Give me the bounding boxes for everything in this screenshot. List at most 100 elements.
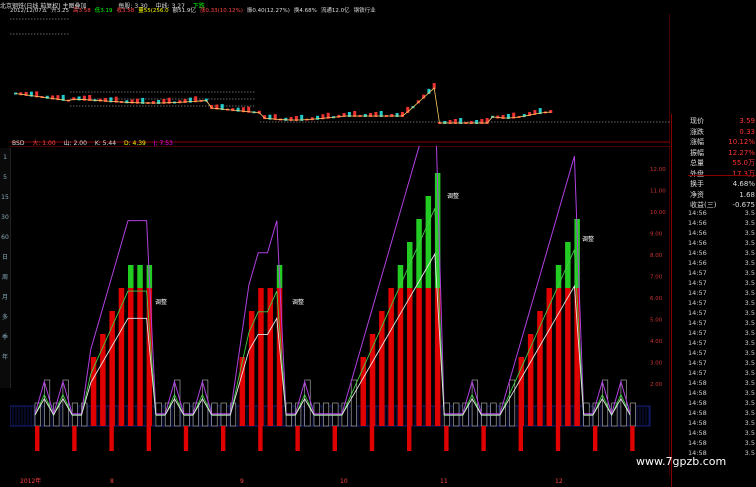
adjust-annotation: 调整	[582, 235, 594, 243]
indicator-bar-negative	[332, 426, 337, 451]
quote-value: 55.0万	[732, 159, 755, 167]
indicator-bar	[407, 288, 413, 426]
tick-time: 14:56	[688, 239, 707, 247]
tick-time: 14:58	[688, 409, 707, 417]
tick-row: 14:58 3.5	[688, 389, 756, 398]
period-button[interactable]: 周	[0, 272, 10, 284]
tick-price: 3.5	[744, 209, 755, 217]
indicator-chart[interactable]: 12.00 11.00 10.00 9.00 8.00 7.00 6.00 5.00 4.00 3…	[10, 146, 670, 476]
period-button[interactable]: 60	[0, 232, 10, 244]
tick-time: 14:57	[688, 369, 707, 377]
tick-time: 14:58	[688, 389, 707, 397]
date-label: 2012年	[20, 478, 42, 485]
date-label: 9	[240, 478, 244, 485]
tick-row: 14:57 3.5	[688, 349, 756, 358]
indicator-bar	[137, 288, 143, 426]
quote-row: 振幅 12.27%	[690, 148, 756, 158]
tick-row: 14:57 3.5	[688, 279, 756, 288]
indicator-bar-negative	[407, 426, 412, 451]
period-button[interactable]: 30	[0, 212, 10, 224]
tick-price: 3.5	[744, 389, 755, 397]
period-button[interactable]: 多	[0, 312, 10, 324]
candle	[151, 100, 155, 104]
candle	[310, 117, 314, 121]
tick-price: 3.5	[744, 419, 755, 427]
quote-label: 总量	[690, 159, 704, 167]
tick-price: 3.5	[744, 359, 755, 367]
indicator-bar	[425, 288, 432, 426]
indicator-bar	[629, 402, 637, 427]
tick-row: 14:58 3.5	[688, 409, 756, 418]
indicator-bar	[258, 288, 264, 426]
indicator-bar-negative	[35, 426, 40, 451]
quote-row: 净资 1.68	[690, 190, 756, 200]
indicator-bar-negative	[518, 426, 523, 451]
period-button[interactable]: 月	[0, 292, 10, 304]
tick-price: 3.5	[744, 279, 755, 287]
indicator-bar-negative	[146, 426, 151, 451]
candle	[178, 100, 182, 104]
period-button[interactable]: 年	[0, 352, 10, 364]
tick-time: 14:57	[688, 339, 707, 347]
axis-tick-label: 9.00	[650, 232, 663, 238]
tick-price: 3.5	[744, 399, 755, 407]
tick-row: 14:58 3.5	[688, 429, 756, 438]
quote-label: 现价	[690, 117, 704, 125]
indicator-bar-negative	[258, 426, 263, 451]
indicator-bar	[508, 379, 516, 427]
period-button[interactable]: 日	[0, 252, 10, 264]
tick-time: 14:57	[688, 359, 707, 367]
candle	[443, 121, 447, 124]
tick-price: 3.5	[744, 369, 755, 377]
tick-row: 14:57 3.5	[688, 309, 756, 318]
tick-row: 14:56 3.5	[688, 219, 756, 228]
candle	[549, 110, 553, 114]
tick-time: 14:58	[688, 439, 707, 447]
tick-time: 14:57	[688, 269, 707, 277]
tick-row: 14:57 3.5	[688, 269, 756, 278]
date-axis: 2012年 8 9 10 11 12	[10, 476, 670, 487]
tick-row: 14:58 3.5	[688, 439, 756, 448]
indicator-bar	[565, 288, 571, 426]
indicator-bar-negative	[481, 426, 486, 451]
indicator-bar	[350, 379, 358, 427]
quote-row: 现价 3.59	[690, 116, 756, 126]
quote-label: 振幅	[690, 148, 704, 157]
adjust-annotation: 调整	[292, 298, 304, 306]
tick-row: 14:56 3.5	[688, 209, 756, 218]
indicator-bar	[416, 288, 422, 426]
tick-time: 14:58	[688, 429, 707, 437]
tick-time: 14:57	[688, 319, 707, 327]
quote-value: 10.12%	[728, 138, 755, 146]
tick-row: 14:58 3.5	[688, 379, 756, 388]
period-button[interactable]: 1	[0, 152, 10, 164]
tick-price: 3.5	[744, 299, 755, 307]
period-button[interactable]: 15	[0, 192, 10, 204]
quote-label: 外盘	[690, 169, 704, 178]
tick-time: 14:57	[688, 299, 707, 307]
price-chart[interactable]	[10, 14, 670, 144]
tick-row: 14:57 3.5	[688, 299, 756, 308]
adjust-annotation: 调整	[447, 192, 459, 200]
indicator-bar	[118, 288, 125, 426]
tick-row: 14:57 3.5	[688, 339, 756, 348]
indicator-bar-negative	[630, 426, 635, 451]
axis-tick-label: 12.00	[650, 167, 666, 173]
tick-price: 3.5	[744, 439, 755, 447]
period-button[interactable]: 5	[0, 172, 10, 184]
indicator-bar	[379, 311, 385, 426]
candle	[284, 117, 288, 121]
tick-price: 3.5	[744, 239, 755, 247]
tick-time: 14:57	[688, 329, 707, 337]
tick-row: 14:57 3.5	[688, 359, 756, 368]
quote-row: 换手 4.68%	[690, 179, 756, 189]
quote-label: 换手	[690, 180, 704, 188]
tick-row: 14:56 3.5	[688, 229, 756, 238]
indicator-bar	[267, 288, 273, 426]
indicator-bar-negative	[555, 426, 561, 451]
tick-row: 14:57 3.5	[688, 369, 756, 378]
indicator-bar	[555, 288, 562, 426]
period-button[interactable]: 季	[0, 332, 10, 344]
tick-row: 14:57 3.5	[688, 319, 756, 328]
tick-price: 3.5	[744, 309, 755, 317]
